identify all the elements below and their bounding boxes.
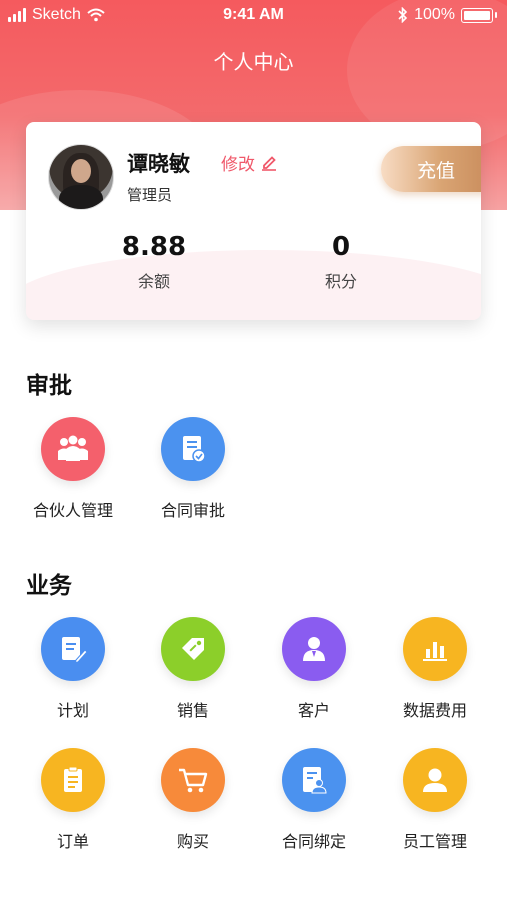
approval-item-contract[interactable]: 合同审批	[138, 417, 248, 521]
business-item-sales[interactable]: 销售	[138, 617, 248, 721]
business-section-title: 业务	[26, 573, 72, 599]
business-item-plan[interactable]: 计划	[18, 617, 128, 721]
sales-tag-icon	[161, 617, 225, 681]
points-stat[interactable]: 0 积分	[271, 232, 411, 292]
approval-item-partners[interactable]: 合伙人管理	[18, 417, 128, 521]
avatar[interactable]	[48, 144, 114, 210]
user-role: 管理员	[127, 186, 173, 204]
business-item-label: 销售	[176, 701, 209, 720]
pencil-icon	[262, 155, 276, 171]
business-item-label: 客户	[297, 701, 330, 720]
employee-icon	[403, 748, 467, 812]
edit-label: 修改	[221, 155, 255, 175]
business-item-label: 员工管理	[402, 832, 467, 851]
balance-value: 8.88	[121, 232, 187, 262]
data-chart-icon	[403, 617, 467, 681]
user-name: 谭晓敏	[127, 152, 190, 176]
partners-icon	[41, 417, 105, 481]
bluetooth-icon	[398, 7, 408, 23]
business-item-label: 合同绑定	[281, 832, 346, 851]
contract-approval-icon	[161, 417, 225, 481]
business-item-customer[interactable]: 客户	[259, 617, 369, 721]
page-title: 个人中心	[213, 50, 294, 74]
business-item-data-fees[interactable]: 数据费用	[380, 617, 490, 721]
recharge-button[interactable]: 充值	[381, 146, 481, 192]
cart-icon	[161, 748, 225, 812]
points-label: 积分	[324, 272, 357, 291]
status-bar: Sketch 9:41 AM 100%	[0, 0, 507, 32]
profile-card: 谭晓敏 管理员 修改 充值 8.88 余额 0 积分	[26, 122, 481, 320]
battery-percent: 100%	[414, 6, 455, 23]
business-item-label: 计划	[56, 701, 89, 720]
business-item-label: 数据费用	[402, 701, 467, 720]
business-item-label: 订单	[56, 832, 89, 851]
battery-icon	[461, 7, 493, 23]
business-item-label: 购买	[176, 832, 209, 851]
business-item-employee[interactable]: 员工管理	[380, 748, 490, 852]
order-icon	[41, 748, 105, 812]
contract-bind-icon	[282, 748, 346, 812]
business-item-order[interactable]: 订单	[18, 748, 128, 852]
edit-profile-button[interactable]: 修改	[221, 150, 277, 175]
customer-icon	[282, 617, 346, 681]
business-item-purchase[interactable]: 购买	[138, 748, 248, 852]
plan-icon	[41, 617, 105, 681]
points-value: 0	[331, 232, 351, 262]
business-item-contract-bind[interactable]: 合同绑定	[259, 748, 369, 852]
approval-section-title: 审批	[26, 373, 72, 399]
approval-item-label: 合同审批	[160, 501, 225, 520]
approval-item-label: 合伙人管理	[32, 501, 113, 520]
balance-stat[interactable]: 8.88 余额	[84, 232, 224, 292]
balance-label: 余额	[137, 272, 170, 291]
